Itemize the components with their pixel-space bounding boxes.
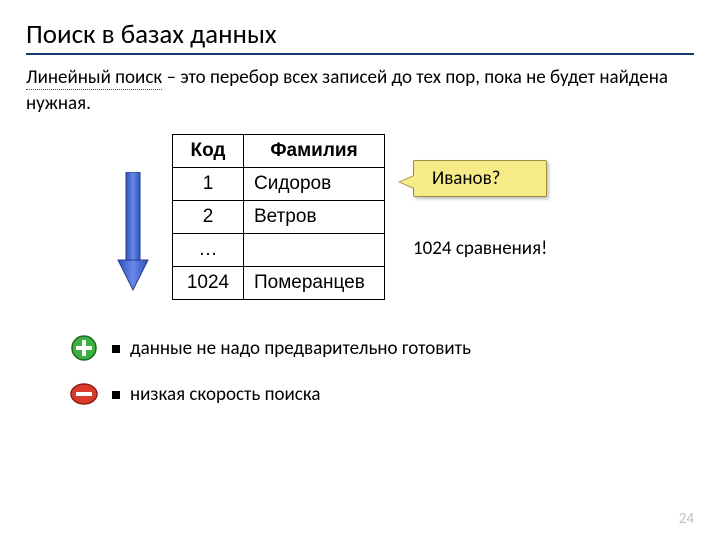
cell-name: Померанцев bbox=[244, 267, 385, 300]
header-code: Код bbox=[173, 135, 244, 168]
plus-icon bbox=[70, 334, 98, 362]
header-name: Фамилия bbox=[244, 135, 385, 168]
table-row: … bbox=[173, 234, 385, 267]
cell-name bbox=[244, 234, 385, 267]
comparison-text: 1024 сравнения! bbox=[413, 237, 547, 260]
bullet-plus-text: данные не надо предварительно готовить bbox=[112, 337, 471, 360]
table-row: 2 Ветров bbox=[173, 201, 385, 234]
down-arrow-icon bbox=[116, 134, 152, 297]
table-row: 1024 Померанцев bbox=[173, 267, 385, 300]
bullet-marker bbox=[112, 391, 120, 399]
cell-code: 1 bbox=[173, 168, 244, 201]
bullet-plus-label: данные не надо предварительно готовить bbox=[130, 337, 471, 360]
intro-text: Линейный поиск – это перебор всех записе… bbox=[26, 65, 694, 116]
term: Линейный поиск bbox=[26, 66, 162, 90]
cell-code: 1024 bbox=[173, 267, 244, 300]
bullet-plus-row: данные не надо предварительно готовить bbox=[70, 334, 694, 362]
cell-name: Сидоров bbox=[244, 168, 385, 201]
cell-code: 2 bbox=[173, 201, 244, 234]
bullet-minus-row: низкая скорость поиска bbox=[70, 380, 694, 408]
cell-code: … bbox=[173, 234, 244, 267]
table-row: 1 Сидоров bbox=[173, 168, 385, 201]
cell-name: Ветров bbox=[244, 201, 385, 234]
callout-text: Иванов? bbox=[432, 167, 500, 190]
page-number: 24 bbox=[679, 510, 694, 528]
bullet-minus-text: низкая скорость поиска bbox=[112, 383, 320, 406]
page-title: Поиск в базах данных bbox=[26, 18, 694, 55]
data-table: Код Фамилия 1 Сидоров 2 Ветров … 1024 По… bbox=[172, 134, 385, 300]
bullet-marker bbox=[112, 345, 120, 353]
bullet-minus-label: низкая скорость поиска bbox=[130, 383, 320, 406]
minus-icon bbox=[70, 380, 98, 408]
callout-bubble: Иванов? bbox=[413, 160, 547, 197]
